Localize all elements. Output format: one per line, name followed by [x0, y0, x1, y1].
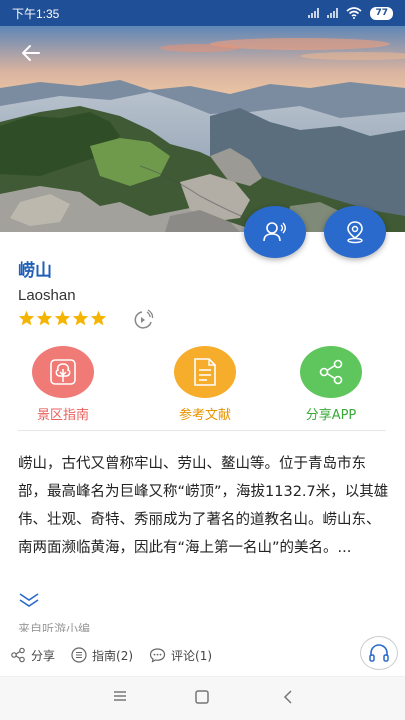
location-pin-icon — [347, 221, 363, 244]
guide-label: 景区指南 — [36, 408, 89, 423]
home-icon[interactable] — [194, 689, 210, 705]
system-nav-bar — [0, 676, 405, 720]
share-app-action[interactable]: 分享APP — [286, 346, 376, 423]
status-icons: 77 — [308, 6, 393, 20]
narrator-button[interactable] — [244, 206, 306, 258]
share-app-circle[interactable] — [300, 346, 362, 398]
toolbar-guide[interactable]: 指南(2) — [71, 647, 133, 664]
page-title: 崂山 — [18, 261, 52, 281]
location-button[interactable] — [324, 206, 386, 258]
headphones-icon — [369, 644, 389, 662]
toolbar-comment[interactable]: 评论(1) — [149, 647, 212, 664]
description-text: 崂山，古代又曾称牢山、劳山、鳌山等。位于青岛市东部，最高峰名为巨峰又称“崂顶”，… — [18, 456, 389, 556]
signal-icon-2 — [327, 8, 339, 18]
listen-button[interactable] — [360, 636, 398, 670]
guide-action[interactable]: 景区指南 — [18, 346, 108, 423]
back-button[interactable] — [18, 40, 44, 66]
star-icon — [36, 310, 53, 326]
menu-icon[interactable] — [112, 689, 128, 703]
voice-play-button[interactable] — [132, 309, 154, 335]
person-voice-icon — [263, 222, 286, 242]
comment-icon — [149, 648, 166, 663]
toolbar-guide-label: 指南(2) — [92, 648, 134, 663]
double-chevron-down-icon — [19, 593, 39, 607]
guide-circle[interactable] — [32, 346, 94, 398]
reference-label: 参考文献 — [178, 408, 231, 423]
star-icon — [72, 310, 89, 326]
reference-circle[interactable] — [174, 346, 236, 398]
expand-button[interactable] — [18, 592, 40, 612]
star-icon — [18, 310, 35, 326]
source-text: 来自听游小编 — [18, 622, 91, 632]
bottom-toolbar: 分享 指南(2) 评论(1) — [0, 636, 405, 674]
tree-icon — [50, 359, 76, 385]
toolbar-comment-label: 评论(1) — [171, 648, 213, 663]
star-icon — [54, 310, 71, 326]
toolbar-share[interactable]: 分享 — [10, 647, 55, 664]
document-icon — [194, 358, 216, 386]
back-nav-icon[interactable] — [281, 689, 295, 705]
page-subtitle: Laoshan — [18, 287, 76, 304]
share-app-label: 分享APP — [305, 408, 357, 423]
voice-play-icon — [134, 309, 154, 329]
share-icon — [11, 647, 25, 663]
reference-action[interactable]: 参考文献 — [160, 346, 250, 423]
hero-image — [0, 26, 405, 232]
share-icon — [319, 359, 343, 385]
list-icon — [71, 647, 87, 663]
status-time: 下午1:35 — [12, 6, 60, 21]
battery-icon: 77 — [370, 6, 393, 20]
signal-icon — [308, 8, 320, 18]
wifi-icon — [346, 7, 362, 19]
toolbar-share-label: 分享 — [31, 648, 56, 663]
rating-stars — [18, 310, 107, 326]
back-arrow-icon — [22, 45, 40, 61]
divider — [18, 430, 386, 431]
star-icon — [90, 310, 107, 326]
status-bar: 下午1:35 77 — [0, 0, 405, 26]
